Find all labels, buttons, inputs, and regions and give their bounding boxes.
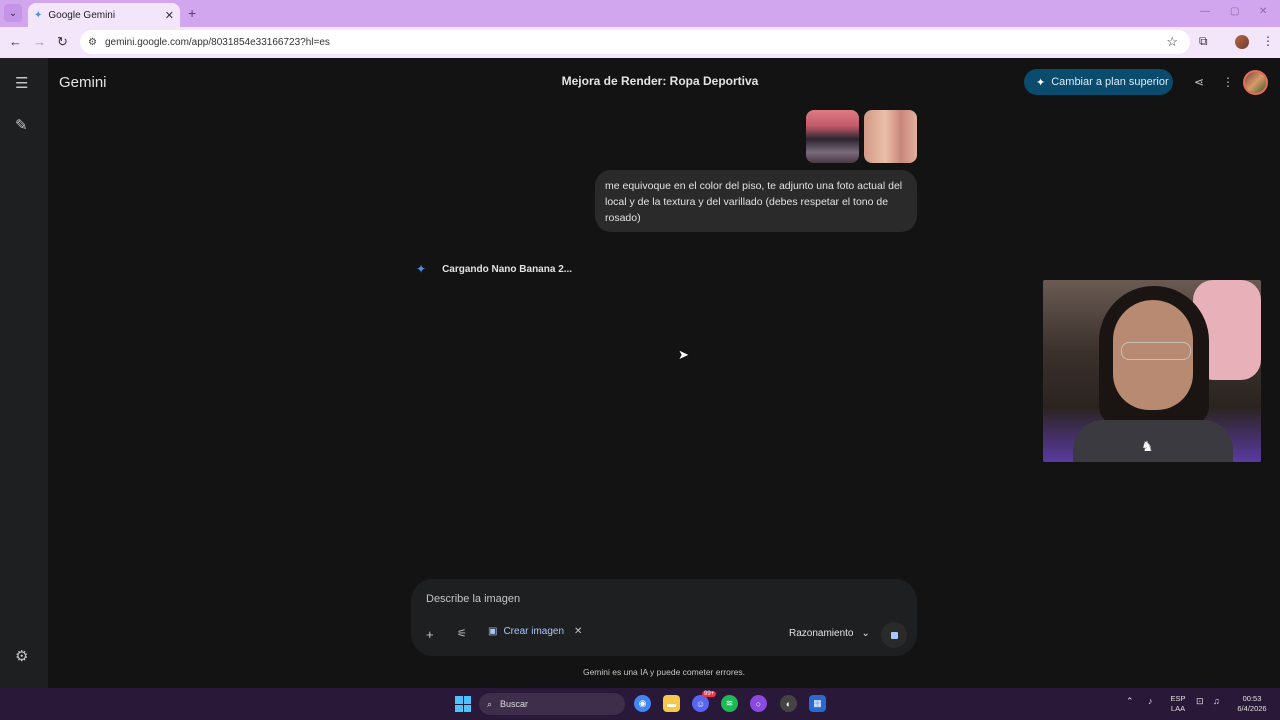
reload-icon[interactable]: ↻	[57, 34, 68, 50]
lang-bottom: LAA	[1170, 704, 1186, 713]
volume-icon[interactable]: ♫	[1213, 696, 1220, 706]
app-icon[interactable]: ▦	[809, 695, 826, 712]
prompt-input[interactable]	[426, 593, 826, 605]
prompt-composer: + ⚟ ▣ Crear imagen ✕ Razonamiento ⌄	[411, 579, 917, 656]
plus-icon[interactable]: +	[426, 627, 434, 642]
tab-close-icon[interactable]: ✕	[165, 9, 174, 22]
time: 00:53	[1242, 694, 1262, 703]
settings-icon[interactable]: ⚙	[15, 647, 28, 665]
taskbar-search[interactable]: ⌕ Buscar	[479, 693, 625, 715]
loading-indicator: ✦ Cargando Nano Banana 2...	[416, 262, 572, 276]
browser-nav-bar: ← → ↻ ⚙ gemini.google.com/app/8031854e33…	[0, 27, 1280, 58]
spark-icon: ✦	[1036, 76, 1046, 89]
tools-icon[interactable]: ⚟	[457, 627, 467, 640]
gemini-spark-icon: ✦	[416, 262, 427, 276]
upgrade-button[interactable]: ✦ Cambiar a plan superior	[1024, 69, 1173, 95]
mode-selector[interactable]: Razonamiento ⌄	[789, 628, 870, 639]
window-close-icon[interactable]: ✕	[1259, 6, 1267, 17]
new-tab-icon[interactable]: +	[188, 5, 196, 21]
network-icon[interactable]: ⊡	[1196, 696, 1204, 707]
image-icon: ▣	[488, 626, 498, 637]
more-icon[interactable]: ⋮	[1222, 75, 1234, 89]
stop-icon	[890, 631, 898, 639]
tray-chevron-icon[interactable]: ⌃	[1126, 696, 1134, 707]
stop-button[interactable]	[881, 622, 907, 648]
steam-icon[interactable]: ◐	[780, 695, 797, 712]
upgrade-label: Cambiar a plan superior	[1051, 76, 1169, 88]
new-chat-edit-icon[interactable]: ✎	[15, 116, 28, 134]
url-text: gemini.google.com/app/8031854e331667​23?…	[104, 36, 330, 48]
browser-menu-icon[interactable]: ⋮	[1262, 34, 1274, 48]
webcam-overlay: ♞	[1043, 280, 1261, 462]
forward-icon[interactable]: →	[33, 34, 46, 49]
browser-tab-bar: ⌄ ✦ Google Gemini ✕ + — ▢ ✕	[0, 0, 1280, 27]
share-icon[interactable]: ⋖	[1194, 75, 1204, 89]
tab-search-icon[interactable]: ⌄	[4, 4, 22, 22]
browser-tab[interactable]: ✦ Google Gemini ✕	[28, 3, 180, 27]
file-explorer-icon[interactable]: ▬	[663, 695, 680, 712]
loading-text: Cargando Nano Banana 2...	[442, 263, 573, 275]
address-bar[interactable]: ⚙ gemini.google.com/app/8031854e331667​2…	[80, 30, 1190, 54]
minimize-icon[interactable]: —	[1200, 6, 1210, 17]
spotify-icon[interactable]: ≋	[721, 695, 738, 712]
user-message: me equivoque en el color del piso, te ad…	[595, 170, 917, 232]
date: 6/4/2026	[1237, 704, 1267, 713]
discord-icon[interactable]: ☺	[692, 695, 709, 712]
mouse-cursor-icon: ➤	[678, 347, 689, 362]
bookmark-star-icon[interactable]: ☆	[1166, 34, 1178, 50]
windows-taskbar: ⌕ Buscar ◉ ▬ ☺ 99+ ≋ ○ ◐ ▦ ⌃ ♪ ESP LAA ⊡…	[0, 688, 1280, 720]
attached-image-store[interactable]	[806, 110, 859, 163]
taskbar-search-label: Buscar	[500, 699, 529, 709]
webcam-glasses	[1121, 342, 1191, 360]
discord-badge: 99+	[702, 691, 717, 697]
chrome-icon[interactable]: ◉	[634, 695, 651, 712]
search-icon: ⌕	[487, 698, 493, 709]
chip-close-icon[interactable]: ✕	[574, 626, 582, 637]
account-avatar[interactable]	[1243, 70, 1268, 95]
sidebar: ☰ ✎ ⚙	[0, 58, 48, 688]
tab-title: Google Gemini	[48, 9, 116, 21]
lang-top: ESP	[1170, 694, 1186, 703]
disclaimer: Gemini es una IA y puede cometer errores…	[582, 667, 746, 677]
start-icon[interactable]	[455, 696, 471, 712]
chevron-down-icon: ⌄	[861, 628, 870, 639]
obs-icon[interactable]: ○	[750, 695, 767, 712]
site-info-icon[interactable]: ⚙	[88, 37, 97, 48]
browser-profile-avatar[interactable]	[1235, 35, 1249, 49]
back-icon[interactable]: ←	[9, 34, 22, 49]
streamer-logo-icon: ♞	[1141, 438, 1154, 454]
attached-image-texture[interactable]	[864, 110, 917, 163]
gemini-favicon-icon: ✦	[34, 9, 43, 21]
mode-label: Razonamiento	[789, 628, 854, 639]
extensions-icon[interactable]: ⧉	[1199, 34, 1208, 49]
create-image-chip[interactable]: ▣ Crear imagen ✕	[488, 626, 582, 637]
maximize-icon[interactable]: ▢	[1230, 6, 1239, 17]
language-indicator[interactable]: ESP LAA	[1168, 694, 1188, 714]
chip-label: Crear imagen	[503, 626, 565, 637]
clock[interactable]: 00:53 6/4/2026	[1232, 694, 1272, 714]
microphone-icon[interactable]: ♪	[1148, 696, 1153, 706]
